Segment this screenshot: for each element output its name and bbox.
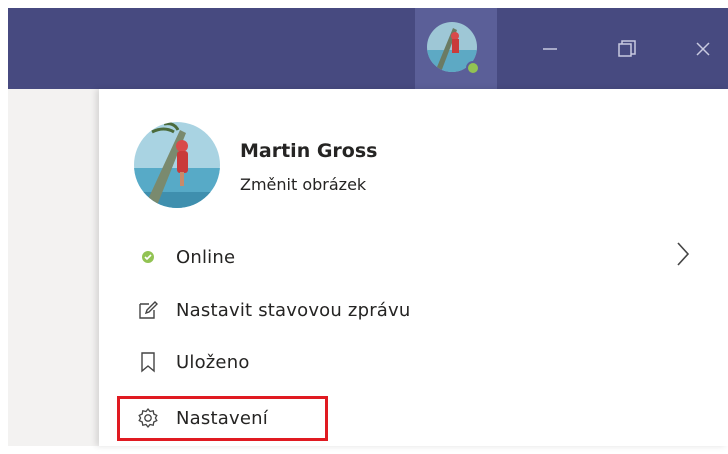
status-dot-icon bbox=[136, 245, 160, 269]
minimize-icon bbox=[543, 47, 557, 50]
menu-item-label: Uloženo bbox=[176, 351, 250, 373]
close-icon bbox=[696, 41, 710, 56]
user-name: Martin Gross bbox=[240, 140, 378, 162]
menu-item-label: Online bbox=[176, 246, 236, 268]
restore-button[interactable] bbox=[592, 8, 662, 89]
close-button[interactable] bbox=[668, 8, 728, 89]
chevron-right-icon[interactable] bbox=[673, 239, 693, 269]
left-pane bbox=[8, 89, 99, 446]
change-picture-link[interactable]: Změnit obrázek bbox=[240, 175, 366, 194]
menu-item-saved[interactable]: Uloženo bbox=[136, 344, 250, 380]
menu-item-set-status-message[interactable]: Nastavit stavovou zprávu bbox=[136, 292, 411, 328]
profile-menu: Martin Gross Změnit obrázek Online Nasta… bbox=[99, 89, 728, 446]
menu-item-label: Nastavit stavovou zprávu bbox=[176, 299, 411, 321]
menu-item-status[interactable]: Online bbox=[136, 239, 235, 275]
profile-avatar[interactable] bbox=[134, 122, 220, 208]
minimize-button[interactable] bbox=[515, 8, 585, 89]
edit-icon bbox=[136, 298, 160, 322]
highlight-box bbox=[117, 396, 328, 441]
status-indicator-small bbox=[466, 61, 480, 75]
restore-icon bbox=[618, 39, 636, 57]
bookmark-icon bbox=[136, 350, 160, 374]
